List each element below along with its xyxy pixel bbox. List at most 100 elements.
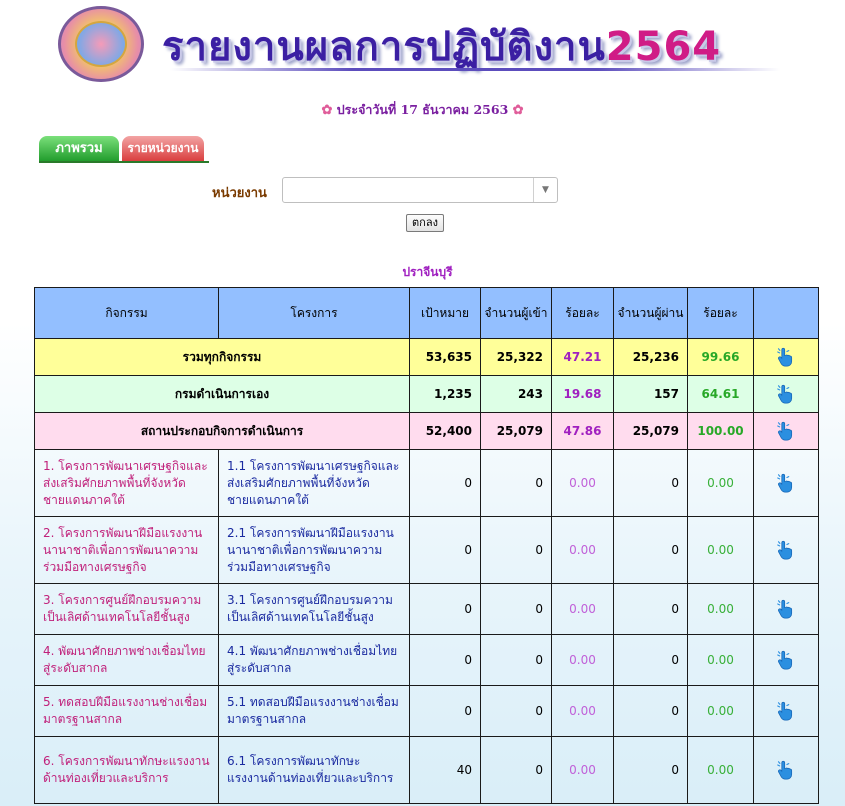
- table-row: 1. โครงการพัฒนาเศรษฐกิจและส่งเสริมศักยภา…: [34, 449, 819, 517]
- target-cell: 0: [409, 685, 481, 737]
- pct-entered-cell: 0.00: [551, 685, 614, 737]
- summary-entered: 25,322: [480, 338, 552, 376]
- flower-icon: ✿: [321, 103, 333, 118]
- summary-pct-entered: 19.68: [551, 375, 614, 413]
- target-cell: 0: [409, 516, 481, 584]
- summary-row-business: สถานประกอบกิจการดำเนินการ 52,400 25,079 …: [34, 412, 819, 450]
- summary-target: 53,635: [409, 338, 481, 376]
- pct-entered-cell: 0.00: [551, 449, 614, 517]
- unit-select[interactable]: ▼: [282, 177, 558, 203]
- table-header-row: กิจกรรม โครงการ เป้าหมาย จำนวนผู้เข้า ร้…: [34, 287, 819, 339]
- entered-cell: 0: [480, 583, 552, 635]
- target-cell: 40: [409, 736, 481, 804]
- passed-cell: 0: [613, 634, 688, 686]
- pointing-hand-icon[interactable]: [775, 383, 797, 405]
- table-row: 2. โครงการพัฒนาฝีมือแรงงานนานาชาติเพื่อก…: [34, 516, 819, 584]
- entered-cell: 0: [480, 516, 552, 584]
- pct-passed-cell: 0.00: [687, 634, 754, 686]
- pct-entered-cell: 0.00: [551, 516, 614, 584]
- target-cell: 0: [409, 634, 481, 686]
- passed-cell: 0: [613, 685, 688, 737]
- ok-button[interactable]: ตกลง: [406, 214, 444, 232]
- passed-cell: 0: [613, 516, 688, 584]
- project-cell: 3.1 โครงการศูนย์ฝึกอบรมความเป็นเลิศด้านเ…: [218, 583, 410, 635]
- activity-cell: 2. โครงการพัฒนาฝีมือแรงงานนานาชาติเพื่อก…: [34, 516, 219, 584]
- pointing-hand-icon[interactable]: [775, 759, 797, 781]
- title-year: 2564: [605, 24, 722, 70]
- pct-entered-cell: 0.00: [551, 583, 614, 635]
- project-cell: 6.1 โครงการพัฒนาทักษะแรงงานด้านท่องเที่ย…: [218, 736, 410, 804]
- tab-by-unit[interactable]: รายหน่วยงาน: [122, 136, 204, 162]
- summary-target: 1,235: [409, 375, 481, 413]
- summary-pct-passed: 64.61: [687, 375, 754, 413]
- passed-cell: 0: [613, 449, 688, 517]
- table-row: 6. โครงการพัฒนาทักษะแรงงานด้านท่องเที่ยว…: [34, 736, 819, 804]
- summary-label: สถานประกอบกิจการดำเนินการ: [34, 412, 410, 450]
- summary-pct-passed: 100.00: [687, 412, 754, 450]
- activity-cell: 5. ทดสอบฝีมือแรงงานช่างเชื่อมมาตรฐานสากล: [34, 685, 219, 737]
- project-cell: 5.1 ทดสอบฝีมือแรงงานช่างเชื่อมมาตรฐานสาก…: [218, 685, 410, 737]
- pct-passed-cell: 0.00: [687, 583, 754, 635]
- summary-passed: 157: [613, 375, 688, 413]
- summary-pct-passed: 99.66: [687, 338, 754, 376]
- tabs-underline: [39, 161, 209, 163]
- table-row: 3. โครงการศูนย์ฝึกอบรมความเป็นเลิศด้านเท…: [34, 583, 819, 635]
- tab-overview[interactable]: ภาพรวม: [39, 136, 119, 162]
- passed-cell: 0: [613, 736, 688, 804]
- page-header: รายงานผลการปฏิบัติงาน2564: [0, 0, 845, 90]
- project-cell: 4.1 พัฒนาศักยภาพช่างเชื่อมไทยสู่ระดับสาก…: [218, 634, 410, 686]
- passed-cell: 0: [613, 583, 688, 635]
- pct-passed-cell: 0.00: [687, 516, 754, 584]
- page-title: รายงานผลการปฏิบัติงาน2564: [162, 14, 721, 74]
- col-header-passed: จำนวนผู้ผ่าน: [613, 287, 688, 339]
- pct-entered-cell: 0.00: [551, 634, 614, 686]
- pct-passed-cell: 0.00: [687, 685, 754, 737]
- unit-filter-label: หน่วยงาน: [212, 186, 267, 201]
- summary-passed: 25,236: [613, 338, 688, 376]
- pct-passed-cell: 0.00: [687, 449, 754, 517]
- summary-entered: 243: [480, 375, 552, 413]
- department-seal-logo: [58, 6, 144, 82]
- summary-pct-entered: 47.21: [551, 338, 614, 376]
- activity-cell: 6. โครงการพัฒนาทักษะแรงงานด้านท่องเที่ยว…: [34, 736, 219, 804]
- activity-cell: 3. โครงการศูนย์ฝึกอบรมความเป็นเลิศด้านเท…: [34, 583, 219, 635]
- col-header-action: [753, 287, 819, 339]
- summary-label: รวมทุกกิจกรรม: [34, 338, 410, 376]
- pointing-hand-icon[interactable]: [775, 472, 797, 494]
- pct-passed-cell: 0.00: [687, 736, 754, 804]
- title-underline: [170, 68, 780, 71]
- col-header-project: โครงการ: [218, 287, 410, 339]
- project-cell: 2.1 โครงการพัฒนาฝีมือแรงงานนานาชาติเพื่อ…: [218, 516, 410, 584]
- entered-cell: 0: [480, 736, 552, 804]
- province-title: ปราจีนบุรี: [402, 265, 453, 279]
- pointing-hand-icon[interactable]: [775, 539, 797, 561]
- chevron-down-icon[interactable]: ▼: [533, 178, 557, 202]
- table-row: 5. ทดสอบฝีมือแรงงานช่างเชื่อมมาตรฐานสากล…: [34, 685, 819, 737]
- entered-cell: 0: [480, 634, 552, 686]
- pointing-hand-icon[interactable]: [775, 649, 797, 671]
- pointing-hand-icon[interactable]: [775, 598, 797, 620]
- target-cell: 0: [409, 449, 481, 517]
- summary-row-dept: กรมดำเนินการเอง 1,235 243 19.68 157 64.6…: [34, 375, 819, 413]
- pointing-hand-icon[interactable]: [775, 420, 797, 442]
- pct-entered-cell: 0.00: [551, 736, 614, 804]
- col-header-pct-entered: ร้อยละ: [551, 287, 614, 339]
- summary-passed: 25,079: [613, 412, 688, 450]
- flower-icon: ✿: [512, 103, 524, 118]
- summary-row-all: รวมทุกกิจกรรม 53,635 25,322 47.21 25,236…: [34, 338, 819, 376]
- summary-pct-entered: 47.86: [551, 412, 614, 450]
- report-date: ✿ ประจำวันที่ 17 ธันวาคม 2563 ✿: [0, 100, 845, 120]
- col-header-entered: จำนวนผู้เข้า: [480, 287, 552, 339]
- summary-label: กรมดำเนินการเอง: [34, 375, 410, 413]
- pointing-hand-icon[interactable]: [775, 346, 797, 368]
- summary-target: 52,400: [409, 412, 481, 450]
- pointing-hand-icon[interactable]: [775, 700, 797, 722]
- entered-cell: 0: [480, 685, 552, 737]
- entered-cell: 0: [480, 449, 552, 517]
- col-header-pct-passed: ร้อยละ: [687, 287, 754, 339]
- title-text: รายงานผลการปฏิบัติงาน: [162, 24, 606, 70]
- target-cell: 0: [409, 583, 481, 635]
- activity-cell: 4. พัฒนาศักยภาพช่างเชื่อมไทยสู่ระดับสากล: [34, 634, 219, 686]
- project-cell: 1.1 โครงการพัฒนาเศรษฐกิจและส่งเสริมศักยภ…: [218, 449, 410, 517]
- report-date-text: ประจำวันที่ 17 ธันวาคม 2563: [336, 102, 509, 117]
